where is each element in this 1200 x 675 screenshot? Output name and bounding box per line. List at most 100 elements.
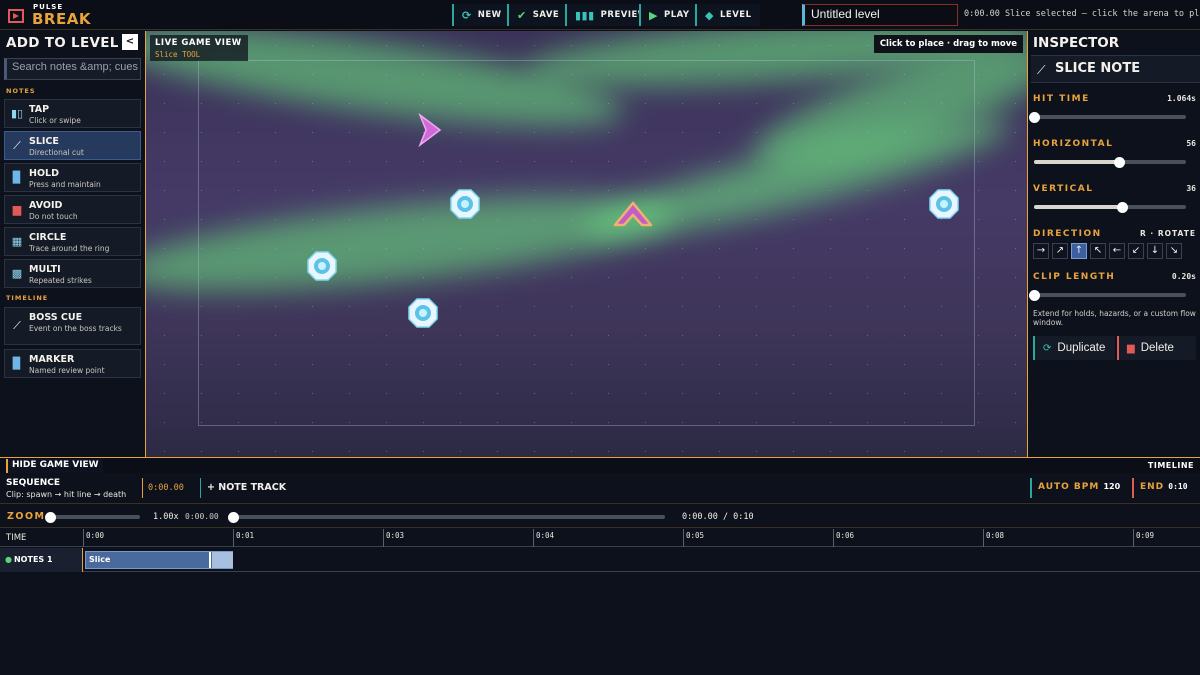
sequence-bar: SEQUENCE Clip: spawn → hit line → death … — [0, 473, 1200, 504]
timeline-empty-area — [0, 573, 1200, 675]
direction-button[interactable]: ↙ — [1128, 243, 1144, 259]
auto-bpm-control[interactable]: AUTO BPM 120 — [1030, 478, 1126, 498]
level-button[interactable]: ◆ LEVEL — [695, 4, 760, 26]
duplicate-button[interactable]: ⟳ Duplicate — [1033, 336, 1115, 360]
slice-icon: ⟋ — [13, 139, 21, 152]
notes-track: ● NOTES 1 Slice — [0, 548, 1200, 572]
ruler-tick: 0:04 — [533, 529, 554, 547]
logo-mark-icon — [8, 9, 24, 23]
panel-title: ADD TO LEVEL — [6, 35, 119, 51]
direction-button[interactable]: ↑ — [1071, 243, 1087, 259]
playhead-scrubber[interactable] — [227, 511, 665, 523]
avoid-icon: ▆ — [12, 203, 22, 216]
sequence-title: SEQUENCE — [6, 478, 61, 488]
logo-text-bottom: BREAK — [32, 10, 91, 28]
ruler-tick: 0:03 — [383, 529, 404, 547]
zoom-value: 1.00x — [153, 512, 179, 522]
slice-note-chevron-right[interactable] — [416, 113, 444, 147]
timeline-section-label: TIMELINE — [6, 294, 49, 302]
marker-icon: ▉ — [12, 357, 22, 370]
duplicate-icon: ⟳ — [1043, 342, 1052, 354]
slice-clip[interactable]: Slice — [85, 551, 233, 569]
tap-note-orb[interactable] — [408, 298, 438, 328]
slice-icon: ⟋ — [1037, 63, 1046, 77]
ruler-tick: 0:01 — [233, 529, 254, 547]
horizontal-slider[interactable] — [1034, 156, 1186, 168]
play-icon: ▶ — [649, 8, 658, 22]
ruler-tick: 0:00 — [83, 529, 104, 547]
new-icon: ⟳ — [462, 8, 472, 22]
slider-knob[interactable] — [1028, 289, 1040, 301]
boss-cue-icon: ⟋ — [13, 319, 21, 332]
level-icon: ◆ — [705, 8, 714, 22]
direction-button[interactable]: ← — [1109, 243, 1125, 259]
tap-note-orb[interactable] — [929, 189, 959, 219]
clip-length-help: Extend for holds, hazards, or a custom f… — [1033, 309, 1196, 327]
level-name-input[interactable]: Untitled level — [802, 4, 958, 26]
hold-icon: ▉ — [12, 171, 22, 184]
direction-button[interactable]: ↘ — [1166, 243, 1182, 259]
waveform-icon: ▮▮▮ — [575, 8, 595, 22]
direction-button[interactable]: ↓ — [1147, 243, 1163, 259]
direction-button[interactable]: → — [1033, 243, 1049, 259]
slider-knob[interactable] — [1028, 111, 1040, 123]
delete-button[interactable]: ▆ Delete — [1117, 336, 1196, 360]
tap-note-orb[interactable] — [450, 189, 480, 219]
new-button[interactable]: ⟳ NEW — [452, 4, 510, 26]
save-button[interactable]: ✔ SAVE — [507, 4, 568, 26]
inspector-title: INSPECTOR — [1033, 35, 1120, 51]
ruler-tick: 0:08 — [983, 529, 1004, 547]
palette-item-hold[interactable]: ▉ HOLD Press and maintain — [4, 163, 141, 192]
ruler-label: TIME — [6, 533, 27, 543]
slider-knob[interactable] — [1113, 156, 1125, 168]
clip-length-slider[interactable] — [1028, 289, 1186, 301]
direction-button[interactable]: ↖ — [1090, 243, 1106, 259]
palette-item-circle[interactable]: ▦ CIRCLE Trace around the ring — [4, 227, 141, 256]
ruler-tick: 0:06 — [833, 529, 854, 547]
placement-hint: Click to place · drag to move — [873, 35, 1023, 53]
search-input[interactable]: Search notes &amp; cues — [4, 58, 141, 80]
timeline-tag: TIMELINE — [1147, 461, 1194, 470]
zoom-bar: ZOOM 1.00x 0:00.00 0:00.00 / 0:10 — [0, 505, 1200, 528]
slider-knob[interactable] — [1116, 201, 1128, 213]
palette-item-tap[interactable]: ▮▯ TAP Click or swipe — [4, 99, 141, 128]
hit-time-slider[interactable] — [1028, 111, 1186, 123]
hide-game-view-button[interactable]: HIDE GAME VIEW — [6, 459, 103, 473]
zoom-label: ZOOM — [7, 511, 46, 522]
clip-tail-handle[interactable] — [212, 552, 233, 568]
palette-item-marker[interactable]: ▉ MARKER Named review point — [4, 349, 141, 378]
play-button[interactable]: ▶ PLAY — [639, 4, 698, 26]
palette-item-slice[interactable]: ⟋ SLICE Directional cut — [4, 131, 141, 160]
sequence-subtitle: Clip: spawn → hit line → death — [6, 490, 127, 499]
palette-item-boss-cue[interactable]: ⟋ BOSS CUE Event on the boss tracks — [4, 307, 141, 345]
end-label: END — [1140, 482, 1165, 492]
slider-knob[interactable] — [44, 511, 56, 523]
tap-icon: ▮▯ — [11, 107, 24, 120]
ruler-tick: 0:09 — [1133, 529, 1154, 547]
ruler-tick: 0:05 — [683, 529, 704, 547]
tap-note-orb[interactable] — [307, 251, 337, 281]
zoom-slider[interactable] — [44, 511, 140, 523]
slice-note-chevron-up-selected[interactable] — [612, 197, 654, 231]
bpm-value: 120 — [1103, 482, 1121, 491]
palette-item-avoid[interactable]: ▆ AVOID Do not touch — [4, 195, 141, 224]
end-time-control[interactable]: END 0:10 — [1132, 478, 1194, 498]
collapse-panel-button[interactable]: < — [122, 34, 138, 50]
live-game-view[interactable]: LIVE GAME VIEW Slice TOOL Click to place… — [145, 31, 1028, 457]
add-note-track-button[interactable]: + NOTE TRACK — [200, 478, 292, 498]
vertical-slider[interactable] — [1034, 201, 1186, 213]
direction-button[interactable]: ↗ — [1052, 243, 1068, 259]
time-ruler[interactable]: TIME 0:00 0:01 0:03 0:04 0:05 0:06 0:08 0:09 — [0, 529, 1200, 547]
scrub-start-time: 0:00.00 — [185, 512, 219, 521]
game-view-toggle-bar: HIDE GAME VIEW TIMELINE — [0, 457, 1200, 473]
palette-item-multi[interactable]: ▩ MULTI Repeated strikes — [4, 259, 141, 288]
top-toolbar: PULSE BREAK ⟳ NEW ✔ SAVE ▮▮▮ PREVIEW ▶ PLAY … — [0, 0, 1200, 30]
trash-icon: ▆ — [1127, 342, 1135, 354]
multi-icon: ▩ — [11, 267, 23, 280]
check-icon: ✔ — [517, 8, 527, 22]
play-arena[interactable] — [198, 60, 975, 426]
game-view-label: LIVE GAME VIEW Slice TOOL — [150, 35, 248, 61]
app-logo: PULSE BREAK — [8, 3, 108, 28]
slider-knob[interactable] — [227, 511, 239, 523]
track-label[interactable]: ● NOTES 1 — [0, 548, 83, 572]
